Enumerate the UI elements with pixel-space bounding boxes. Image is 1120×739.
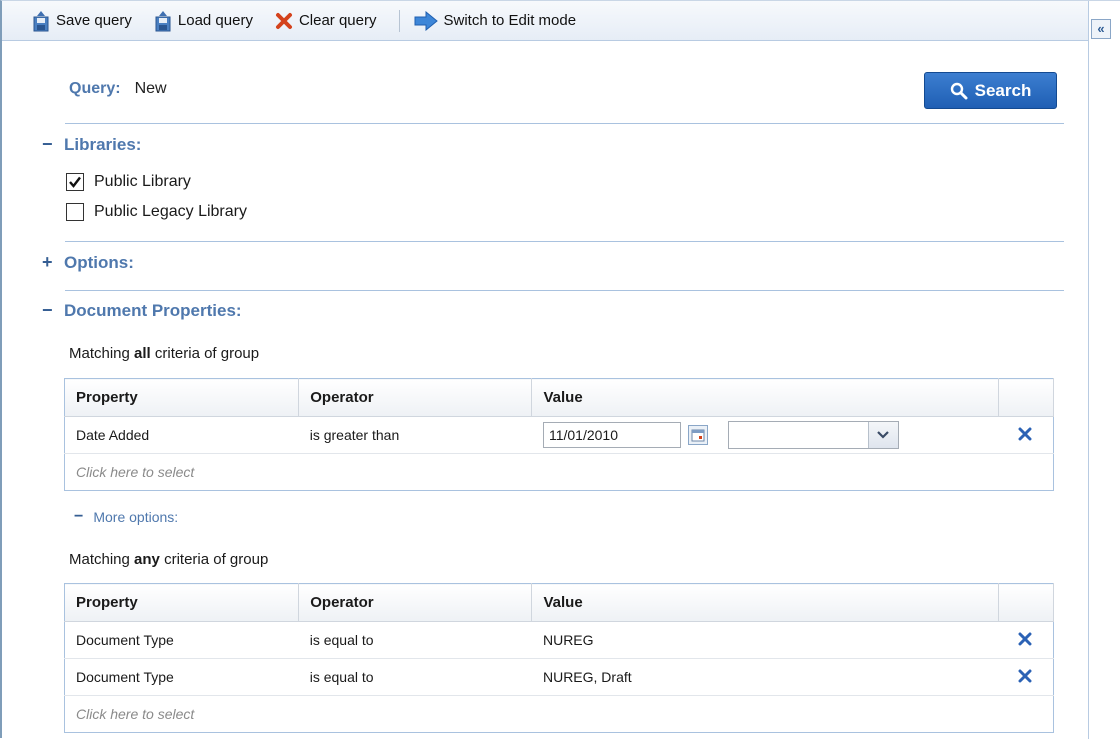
- dropdown-arrow[interactable]: [867, 422, 898, 448]
- cell-property[interactable]: Document Type: [64, 621, 299, 659]
- column-header-value[interactable]: Value: [531, 583, 999, 622]
- criteria-grid-any: Property Operator Value Document Type is…: [64, 583, 1055, 733]
- table-row[interactable]: Date Added is greater than 11/01/2010: [64, 416, 1054, 454]
- save-query-button[interactable]: Save query: [32, 10, 132, 32]
- cell-actions: [998, 416, 1054, 454]
- column-header-actions: [998, 378, 1055, 417]
- red-x-icon: [275, 12, 292, 29]
- query-label: Query:: [69, 80, 121, 97]
- library-option-public-legacy-library[interactable]: Public Legacy Library: [66, 203, 247, 221]
- options-section-header[interactable]: + Options:: [42, 252, 134, 273]
- checkmark-icon: [69, 176, 81, 188]
- collapse-toggle-icon: −: [42, 300, 53, 320]
- libraries-section-header[interactable]: − Libraries:: [42, 134, 141, 155]
- delete-row-button[interactable]: [1018, 632, 1032, 649]
- delete-x-icon: [1018, 669, 1032, 682]
- cell-value[interactable]: NUREG: [531, 621, 999, 659]
- table-row[interactable]: Document Type is equal to NUREG: [64, 621, 1054, 659]
- collapse-toggle-icon: −: [74, 508, 84, 525]
- save-disk-icon: [33, 10, 49, 31]
- grid-header-row: Property Operator Value: [64, 378, 1055, 417]
- cell-actions: [998, 621, 1054, 659]
- toolbar-separator: [398, 9, 400, 32]
- caption-text: Matching: [69, 551, 135, 568]
- public-legacy-library-checkbox[interactable]: [66, 203, 84, 221]
- cell-value: 11/01/2010: [531, 416, 999, 454]
- caption-text: Matching: [69, 345, 135, 362]
- expand-toggle-icon: +: [42, 252, 53, 272]
- libraries-title: Libraries:: [64, 134, 142, 154]
- cell-property[interactable]: Date Added: [64, 416, 299, 454]
- chevron-down-icon: [877, 431, 890, 439]
- collapse-toggle-icon: −: [42, 134, 53, 154]
- divider: [65, 241, 1064, 242]
- cell-operator[interactable]: is equal to: [298, 658, 532, 696]
- divider: [65, 123, 1064, 124]
- add-criteria-row[interactable]: Click here to select: [65, 696, 1054, 733]
- more-options-toggle[interactable]: − More options:: [74, 508, 178, 526]
- calendar-icon: [691, 429, 705, 442]
- column-header-property[interactable]: Property: [64, 583, 300, 622]
- cell-value[interactable]: NUREG, Draft: [531, 658, 999, 696]
- column-header-operator[interactable]: Operator: [298, 583, 533, 622]
- caption-text: criteria of group: [150, 345, 260, 362]
- save-query-label: Save query: [56, 12, 132, 29]
- collapse-panel-button[interactable]: «: [1091, 19, 1111, 39]
- delete-row-button[interactable]: [1018, 669, 1032, 686]
- search-button-label: Search: [974, 80, 1032, 100]
- more-options-label: More options:: [93, 509, 179, 525]
- cell-operator[interactable]: is equal to: [298, 621, 532, 659]
- public-library-label: Public Library: [94, 173, 191, 190]
- column-header-property[interactable]: Property: [64, 378, 300, 417]
- delete-row-button[interactable]: [1018, 427, 1032, 444]
- switch-edit-mode-label: Switch to Edit mode: [443, 12, 577, 29]
- load-query-button[interactable]: Load query: [154, 10, 253, 32]
- load-query-label: Load query: [177, 12, 253, 29]
- blue-arrow-right-icon: [414, 10, 438, 31]
- column-header-operator[interactable]: Operator: [298, 378, 533, 417]
- query-panel: Save query Load query Clear query Switch…: [0, 0, 1120, 739]
- cell-actions: [998, 658, 1054, 696]
- click-to-select[interactable]: Click here to select: [65, 454, 1054, 491]
- document-properties-title: Document Properties:: [64, 300, 242, 320]
- date-value-input[interactable]: 11/01/2010: [542, 422, 681, 448]
- cell-operator[interactable]: is greater than: [298, 416, 532, 454]
- column-header-actions: [998, 583, 1055, 622]
- caption-emphasis: all: [134, 345, 151, 362]
- add-criteria-row[interactable]: Click here to select: [65, 454, 1054, 491]
- library-option-public-library[interactable]: Public Library: [66, 173, 191, 191]
- search-button[interactable]: Search: [924, 72, 1057, 109]
- time-select[interactable]: [727, 421, 899, 449]
- column-header-value[interactable]: Value: [531, 378, 999, 417]
- clear-query-button[interactable]: Clear query: [275, 12, 377, 30]
- options-title: Options:: [64, 252, 134, 272]
- load-disk-icon: [155, 10, 171, 31]
- document-properties-section-header[interactable]: − Document Properties:: [42, 300, 242, 321]
- query-name-row: Query: New: [69, 80, 167, 98]
- click-to-select[interactable]: Click here to select: [65, 696, 1054, 733]
- grid-header-row: Property Operator Value: [64, 583, 1055, 622]
- query-value: New: [134, 80, 167, 97]
- public-legacy-library-label: Public Legacy Library: [94, 203, 247, 220]
- magnifier-icon: [950, 82, 968, 99]
- switch-edit-mode-button[interactable]: Switch to Edit mode: [414, 10, 577, 31]
- calendar-button[interactable]: [687, 425, 708, 445]
- delete-x-icon: [1018, 427, 1032, 440]
- public-library-checkbox[interactable]: [66, 173, 84, 191]
- delete-x-icon: [1018, 632, 1032, 645]
- clear-query-label: Clear query: [298, 12, 377, 29]
- panel-divider: [1088, 1, 1089, 739]
- divider: [65, 290, 1064, 291]
- group-all-caption: Matching all criteria of group: [69, 345, 259, 362]
- caption-emphasis: any: [134, 551, 160, 568]
- group-any-caption: Matching any criteria of group: [69, 551, 268, 568]
- caption-text: criteria of group: [159, 551, 269, 568]
- toolbar: Save query Load query Clear query Switch…: [2, 1, 1088, 41]
- criteria-grid-all: Property Operator Value Date Added is gr…: [64, 378, 1055, 491]
- table-row[interactable]: Document Type is equal to NUREG, Draft: [64, 658, 1054, 696]
- cell-property[interactable]: Document Type: [64, 658, 299, 696]
